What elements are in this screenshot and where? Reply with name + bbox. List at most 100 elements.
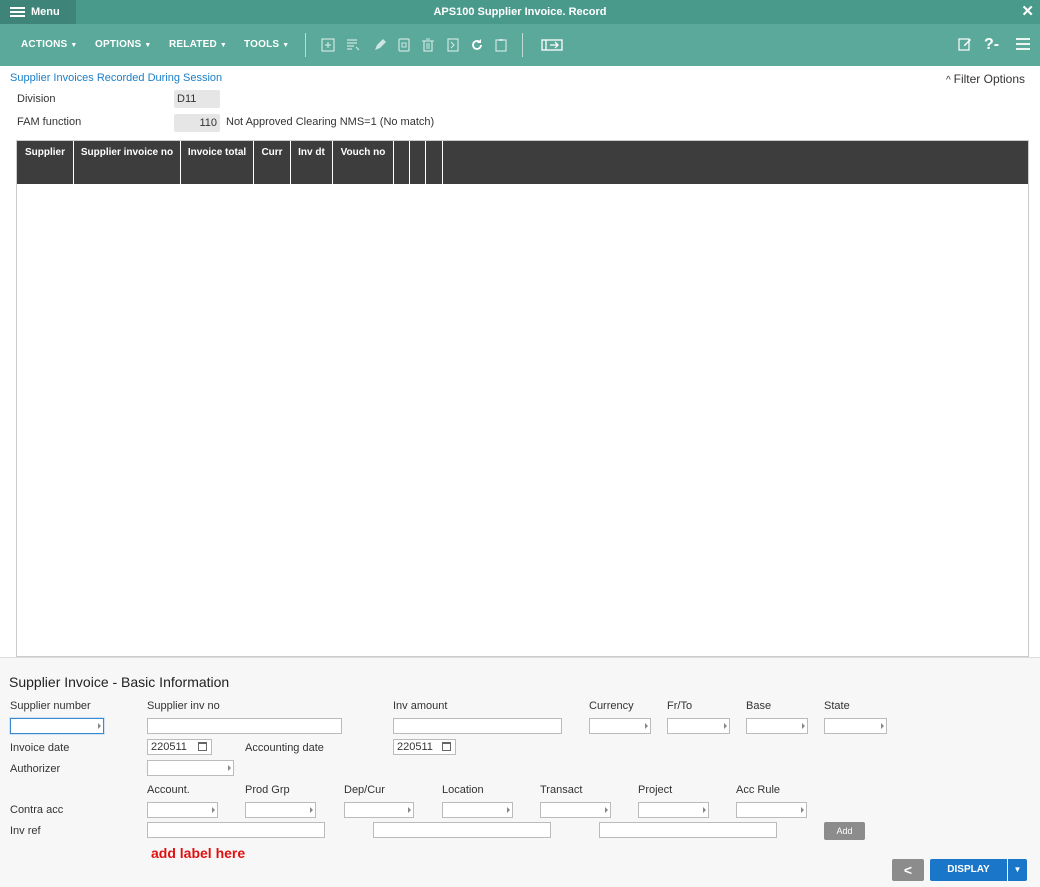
close-icon[interactable]: ✕ (1021, 0, 1034, 24)
add-icon[interactable] (321, 38, 335, 52)
chevron-down-icon: ▼ (219, 42, 228, 49)
dep-cur-label: Dep/Cur (344, 784, 385, 796)
fr-to-label: Fr/To (667, 700, 693, 712)
prompt-arrow-icon[interactable] (228, 765, 231, 771)
window-title: APS100 Supplier Invoice. Record (433, 6, 607, 18)
fr-to-field[interactable] (667, 718, 730, 734)
clipboard-icon[interactable] (494, 38, 508, 52)
actions-menu[interactable]: ACTIONS ▼ (21, 24, 78, 66)
column-header-blank[interactable] (410, 141, 426, 184)
contra-account-field[interactable] (147, 802, 218, 818)
accounting-date-field[interactable]: 220511 (393, 739, 456, 755)
currency-field[interactable] (589, 718, 651, 734)
inv-amount-field[interactable] (393, 718, 562, 734)
back-button[interactable]: < (892, 859, 924, 881)
base-label: Base (746, 700, 772, 712)
supplier-number-label: Supplier number (10, 700, 91, 712)
project-label: Project (638, 784, 673, 796)
contra-acc-rule-field[interactable] (736, 802, 807, 818)
list-icon[interactable] (346, 38, 360, 52)
prompt-arrow-icon[interactable] (605, 807, 608, 813)
column-header-inv-dt[interactable]: Inv dt (291, 141, 333, 184)
panel-toggle-icon[interactable] (541, 38, 563, 52)
calendar-icon[interactable] (198, 742, 207, 751)
display-icon[interactable] (446, 38, 460, 52)
column-header-blank[interactable] (426, 141, 443, 184)
currency-label: Currency (589, 700, 634, 712)
inv-ref-field-2[interactable] (373, 822, 551, 838)
division-field: D11 (174, 90, 220, 108)
prod-grp-label: Prod Grp (245, 784, 290, 796)
contra-prod-grp-field[interactable] (245, 802, 316, 818)
prompt-arrow-icon[interactable] (408, 807, 411, 813)
refresh-icon[interactable] (470, 38, 484, 52)
contra-project-field[interactable] (638, 802, 709, 818)
supplier-inv-no-field[interactable] (147, 718, 342, 734)
add-button[interactable]: Add (824, 822, 865, 840)
tools-menu[interactable]: TOOLS ▼ (244, 24, 289, 66)
column-header-supplier-invoice-no[interactable]: Supplier invoice no (74, 141, 181, 184)
options-menu[interactable]: OPTIONS ▼ (95, 24, 152, 66)
invoice-date-field[interactable]: 220511 (147, 739, 212, 755)
chevron-down-icon: ▼ (70, 42, 78, 49)
help-icon[interactable]: ?- (984, 37, 999, 53)
more-menu-icon[interactable] (1015, 37, 1031, 53)
contra-location-field[interactable] (442, 802, 513, 818)
prompt-arrow-icon[interactable] (310, 807, 313, 813)
prompt-arrow-icon[interactable] (212, 807, 215, 813)
related-menu[interactable]: RELATED ▼ (169, 24, 227, 66)
toolbar-divider (305, 33, 306, 57)
options-menu-label: OPTIONS (95, 39, 142, 50)
prompt-arrow-icon[interactable] (703, 807, 706, 813)
delete-icon[interactable] (421, 38, 435, 52)
chevron-up-icon: ^ (945, 75, 951, 86)
filter-options-toggle[interactable]: ^ Filter Options (946, 72, 1025, 86)
related-menu-label: RELATED (169, 39, 217, 50)
state-label: State (824, 700, 850, 712)
prompt-arrow-icon[interactable] (724, 723, 727, 729)
invoices-grid[interactable]: Supplier Supplier invoice no Invoice tot… (16, 140, 1029, 657)
contra-transact-field[interactable] (540, 802, 611, 818)
contra-acc-label: Contra acc (10, 804, 64, 816)
state-field[interactable] (824, 718, 887, 734)
fam-function-description: Not Approved Clearing NMS=1 (No match) (226, 116, 435, 128)
form-title: Supplier Invoice - Basic Information (9, 674, 230, 690)
inv-ref-field-1[interactable] (147, 822, 325, 838)
column-header-blank[interactable] (394, 141, 410, 184)
supplier-inv-no-label: Supplier inv no (147, 700, 220, 712)
edit-icon[interactable] (373, 38, 387, 52)
accounting-date-value: 220511 (397, 741, 433, 753)
supplier-number-field[interactable] (10, 718, 104, 734)
contra-dep-cur-field[interactable] (344, 802, 414, 818)
section-title-link[interactable]: Supplier Invoices Recorded During Sessio… (10, 72, 222, 84)
inv-ref-field-3[interactable] (599, 822, 777, 838)
invoice-date-value: 220511 (151, 741, 187, 753)
column-header-invoice-total[interactable]: Invoice total (181, 141, 254, 184)
authorizer-field[interactable] (147, 760, 234, 776)
prompt-arrow-icon[interactable] (98, 723, 101, 729)
prompt-arrow-icon[interactable] (645, 723, 648, 729)
authorizer-label: Authorizer (10, 763, 61, 775)
column-header-supplier[interactable]: Supplier (17, 141, 74, 184)
calendar-icon[interactable] (442, 742, 451, 751)
base-field[interactable] (746, 718, 808, 734)
tools-menu-label: TOOLS (244, 39, 280, 50)
transact-label: Transact (540, 784, 583, 796)
title-bar: Menu APS100 Supplier Invoice. Record ✕ (0, 0, 1040, 24)
prompt-arrow-icon[interactable] (801, 807, 804, 813)
column-header-vouch-no[interactable]: Vouch no (333, 141, 394, 184)
chevron-down-icon: ▼ (144, 42, 152, 49)
prompt-arrow-icon[interactable] (802, 723, 805, 729)
prompt-arrow-icon[interactable] (881, 723, 884, 729)
location-label: Location (442, 784, 484, 796)
column-header-curr[interactable]: Curr (254, 141, 291, 184)
notes-icon[interactable] (958, 37, 972, 53)
copy-icon[interactable] (397, 38, 411, 52)
inv-ref-label: Inv ref (10, 825, 41, 837)
chevron-down-icon: ▼ (282, 42, 290, 49)
toolbar-divider (522, 33, 523, 57)
display-button[interactable]: DISPLAY (930, 859, 1007, 881)
prompt-arrow-icon[interactable] (507, 807, 510, 813)
fam-function-field: 110 (174, 114, 220, 132)
chevron-down-icon[interactable]: ▼ (1008, 859, 1027, 881)
